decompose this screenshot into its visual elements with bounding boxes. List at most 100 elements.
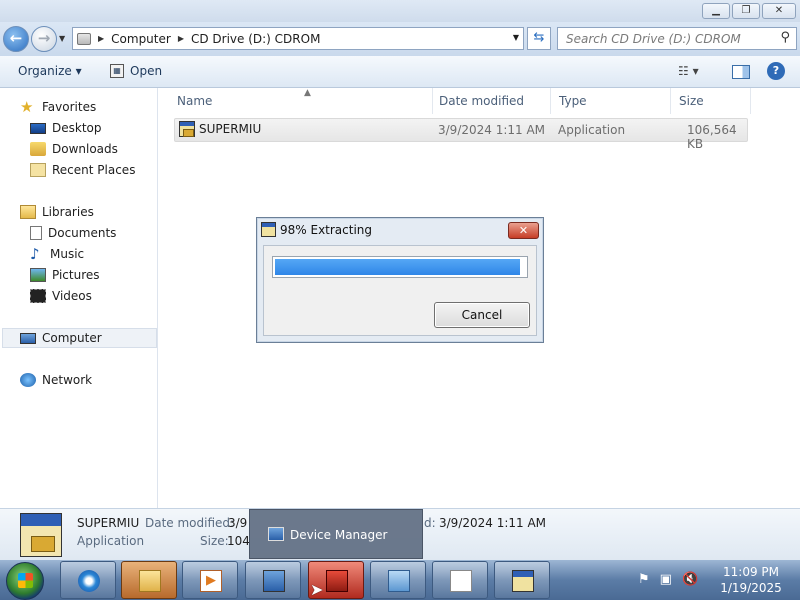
progress-fill bbox=[275, 259, 520, 275]
open-label: Open bbox=[130, 64, 163, 78]
details-file-type: Application bbox=[77, 534, 145, 548]
device-manager-icon bbox=[268, 527, 284, 541]
column-header-label: Name bbox=[177, 94, 213, 108]
sidebar-item-label: Documents bbox=[48, 226, 117, 240]
sidebar-item-music[interactable]: ♪ Music bbox=[30, 244, 84, 264]
sidebar-item-network[interactable]: Network bbox=[20, 370, 92, 390]
details-date-label: Date modified: bbox=[145, 516, 235, 530]
application-icon bbox=[512, 570, 534, 592]
file-date-cell: 3/9/2024 1:11 AM bbox=[438, 123, 546, 137]
file-name-cell: SUPERMIU bbox=[179, 121, 261, 137]
taskbar-tooltip[interactable]: Device Manager bbox=[249, 509, 423, 559]
chevron-right-icon: ▶ bbox=[177, 34, 184, 43]
dialog-title-bar: 98% Extracting bbox=[261, 222, 372, 237]
sidebar-item-label: Music bbox=[50, 247, 85, 261]
sidebar-item-label: Desktop bbox=[52, 121, 102, 135]
tooltip-label: Device Manager bbox=[290, 528, 388, 542]
breadcrumb-computer[interactable]: Computer bbox=[111, 32, 171, 46]
details-size-label: Size: bbox=[200, 534, 229, 548]
desktop-icon bbox=[30, 122, 46, 134]
organize-menu[interactable]: Organize ▾ bbox=[18, 64, 82, 78]
column-header-type[interactable]: Type bbox=[549, 88, 671, 114]
sidebar-item-label: Network bbox=[42, 373, 93, 387]
file-name: SUPERMIU bbox=[199, 122, 262, 136]
document-icon bbox=[450, 570, 472, 592]
taskbar-device-manager[interactable] bbox=[245, 561, 301, 599]
sidebar-item-label: Recent Places bbox=[52, 163, 136, 177]
pictures-icon bbox=[30, 268, 46, 282]
search-icon[interactable]: ⚲ bbox=[780, 30, 790, 45]
downloads-folder-icon bbox=[30, 142, 46, 156]
back-button[interactable]: ← bbox=[3, 26, 29, 52]
forward-button[interactable]: → bbox=[31, 26, 57, 52]
sidebar-item-label: Pictures bbox=[52, 268, 100, 282]
extraction-progress-bar bbox=[272, 256, 528, 278]
taskbar-media-player[interactable] bbox=[182, 561, 238, 599]
sidebar-item-libraries[interactable]: Libraries bbox=[20, 202, 94, 222]
libraries-icon bbox=[20, 205, 36, 219]
videos-icon bbox=[30, 289, 46, 303]
clock[interactable]: 11:09 PM 1/19/2025 bbox=[716, 564, 786, 596]
sidebar-item-computer[interactable]: Computer bbox=[2, 328, 157, 348]
folder-icon bbox=[139, 570, 161, 592]
column-header-name[interactable]: Name ▲ bbox=[167, 88, 433, 114]
command-bar: Organize ▾ ▦ Open ☷ ▾ ? bbox=[0, 56, 800, 88]
change-view-button[interactable]: ☷ ▾ bbox=[678, 64, 699, 78]
search-placeholder: Search CD Drive (D:) CDROM bbox=[566, 32, 741, 46]
address-field[interactable]: ▶ Computer ▶ CD Drive (D:) CDROM ▼ bbox=[72, 27, 524, 50]
taskbar-extractor[interactable] bbox=[494, 561, 550, 599]
recent-pages-dropdown[interactable]: ▼ bbox=[59, 34, 65, 43]
sidebar-item-favorites[interactable]: ★ Favorites bbox=[20, 97, 96, 117]
start-button[interactable] bbox=[6, 562, 44, 600]
sort-ascending-icon: ▲ bbox=[304, 88, 311, 98]
close-window-button[interactable]: ✕ bbox=[762, 3, 796, 19]
cancel-button[interactable]: Cancel bbox=[434, 302, 530, 328]
refresh-button[interactable]: ⇆ bbox=[527, 27, 551, 50]
sidebar-item-label: Favorites bbox=[42, 100, 97, 114]
network-icon[interactable]: ▣ bbox=[660, 572, 672, 587]
help-icon[interactable]: ? bbox=[767, 62, 785, 80]
computer-icon bbox=[20, 332, 36, 344]
open-button[interactable]: ▦ Open bbox=[110, 64, 162, 78]
sidebar-item-documents[interactable]: Documents bbox=[30, 223, 116, 243]
address-dropdown-icon[interactable]: ▼ bbox=[513, 33, 519, 42]
star-icon: ★ bbox=[20, 98, 34, 116]
minimize-button[interactable]: ▁ bbox=[702, 3, 730, 19]
taskbar-control-panel[interactable] bbox=[370, 561, 426, 599]
music-icon: ♪ bbox=[30, 245, 40, 263]
details-date-value-truncated: 3/9 bbox=[228, 516, 248, 530]
breadcrumb-cd-drive[interactable]: CD Drive (D:) CDROM bbox=[191, 32, 320, 46]
dialog-close-button[interactable]: ✕ bbox=[508, 222, 539, 239]
search-input[interactable]: Search CD Drive (D:) CDROM ⚲ bbox=[557, 27, 797, 50]
taskbar-internet-explorer[interactable] bbox=[60, 561, 116, 599]
sidebar-item-recent-places[interactable]: Recent Places bbox=[30, 160, 135, 180]
details-file-name: SUPERMIU bbox=[77, 516, 140, 530]
control-panel-icon bbox=[388, 570, 410, 592]
address-bar-region: ← → ▼ ▶ Computer ▶ CD Drive (D:) CDROM ▼… bbox=[0, 22, 800, 56]
open-icon: ▦ bbox=[110, 64, 124, 78]
windows-logo-icon bbox=[18, 573, 33, 588]
details-date-label-fragment: d: bbox=[424, 516, 436, 530]
sidebar-item-label: Downloads bbox=[52, 142, 118, 156]
window-titlebar: ▁ ❐ ✕ bbox=[0, 0, 800, 22]
table-row[interactable]: SUPERMIU 3/9/2024 1:11 AM Application 10… bbox=[174, 118, 748, 151]
taskbar: ⚑ ▣ 🔇 11:09 PM 1/19/2025 bbox=[0, 560, 800, 600]
navigation-pane: ★ Favorites Desktop Downloads Recent Pla… bbox=[0, 88, 158, 508]
volume-muted-icon[interactable]: 🔇 bbox=[682, 572, 698, 587]
flag-icon[interactable]: ⚑ bbox=[638, 572, 650, 587]
column-header-date[interactable]: Date modified bbox=[429, 88, 551, 114]
application-icon bbox=[261, 222, 276, 237]
sidebar-item-label: Videos bbox=[52, 289, 92, 303]
clock-time: 11:09 PM bbox=[723, 565, 779, 579]
sidebar-item-videos[interactable]: Videos bbox=[30, 286, 92, 306]
sidebar-item-desktop[interactable]: Desktop bbox=[30, 118, 102, 138]
preview-pane-icon[interactable] bbox=[732, 65, 750, 79]
restore-button[interactable]: ❐ bbox=[732, 3, 760, 19]
taskbar-notepad[interactable] bbox=[432, 561, 488, 599]
sidebar-item-downloads[interactable]: Downloads bbox=[30, 139, 118, 159]
column-header-size[interactable]: Size bbox=[669, 88, 751, 114]
taskbar-windows-explorer[interactable] bbox=[121, 561, 177, 599]
device-manager-icon bbox=[263, 570, 285, 592]
sidebar-item-pictures[interactable]: Pictures bbox=[30, 265, 100, 285]
clock-date: 1/19/2025 bbox=[720, 581, 782, 595]
